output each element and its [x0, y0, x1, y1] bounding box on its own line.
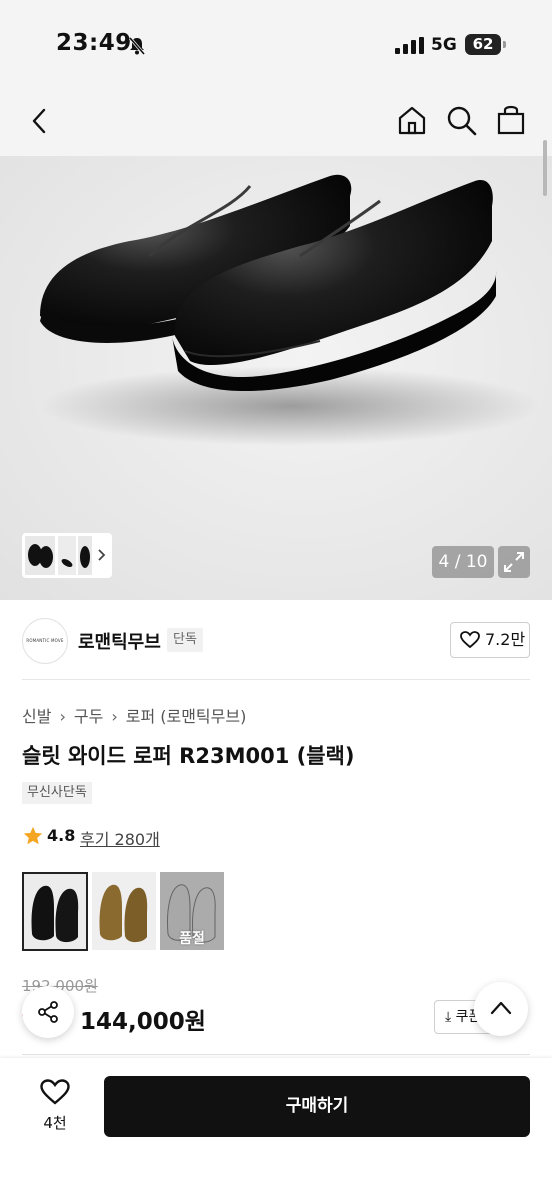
rating-value: 4.8 — [47, 826, 76, 845]
review-link[interactable]: 후기 280개 — [80, 826, 160, 850]
brand-name[interactable]: 로맨틱무브 — [78, 628, 161, 654]
chevron-right-icon: › — [59, 707, 66, 726]
page-indicator: 4 / 10 — [432, 546, 494, 578]
black-loafer-thumbnail — [31, 885, 79, 943]
exclusive-tag: 무신사단독 — [22, 782, 92, 804]
heart-outline-icon — [460, 631, 480, 649]
home-icon[interactable] — [396, 104, 428, 136]
product-title: 슬릿 와이드 로퍼 R23M001 (블랙) — [22, 744, 355, 768]
exclusive-badge: 단독 — [167, 628, 203, 652]
buy-button[interactable]: 구매하기 — [104, 1076, 530, 1137]
divider — [22, 1054, 530, 1055]
shopping-bag-icon[interactable] — [496, 103, 526, 135]
scroll-indicator[interactable] — [543, 140, 547, 196]
expand-icon — [504, 552, 524, 572]
battery-tip — [503, 41, 506, 48]
breadcrumb-item-loafers[interactable]: 로퍼 (로맨틱무브) — [126, 707, 247, 726]
breadcrumb-item-dress-shoes[interactable]: 구두 — [74, 707, 103, 726]
soldout-label: 품절 — [179, 931, 205, 947]
brand-like-button[interactable]: 7.2만 — [450, 622, 530, 658]
brand-logo[interactable]: ROMANTIC MOVE — [22, 618, 68, 664]
breadcrumb: 신발 › 구두 › 로퍼 (로맨틱무브) — [22, 703, 246, 727]
like-count: 7.2만 — [485, 630, 526, 649]
bell-muted-icon — [128, 37, 146, 55]
chevron-right-icon: › — [111, 707, 118, 726]
search-icon[interactable] — [446, 105, 478, 137]
back-arrow-icon[interactable] — [26, 106, 54, 136]
color-option-brown[interactable] — [92, 872, 156, 950]
chevron-up-icon — [490, 1001, 512, 1015]
color-option-silver[interactable]: 품절 — [160, 872, 224, 950]
scroll-top-button[interactable] — [474, 982, 528, 1036]
share-button[interactable] — [22, 986, 74, 1038]
star-icon — [23, 826, 43, 845]
signal-icon — [395, 37, 424, 54]
expand-button[interactable] — [498, 546, 530, 578]
sale-price: 144,000원 — [80, 1009, 206, 1035]
wish-heart-icon[interactable] — [40, 1079, 70, 1106]
wish-count: 4천 — [43, 1114, 67, 1132]
color-option-black[interactable] — [22, 872, 88, 951]
thumbnail-image — [25, 536, 106, 575]
thumbnail-strip[interactable] — [22, 533, 112, 578]
brown-loafer-thumbnail — [99, 884, 148, 943]
breadcrumb-item-shoes[interactable]: 신발 — [22, 707, 51, 726]
network-label: 5G — [431, 35, 457, 55]
share-icon — [38, 1001, 58, 1023]
status-time: 23:49 — [56, 30, 132, 56]
divider — [22, 679, 530, 680]
battery-icon: 62 — [465, 34, 501, 55]
